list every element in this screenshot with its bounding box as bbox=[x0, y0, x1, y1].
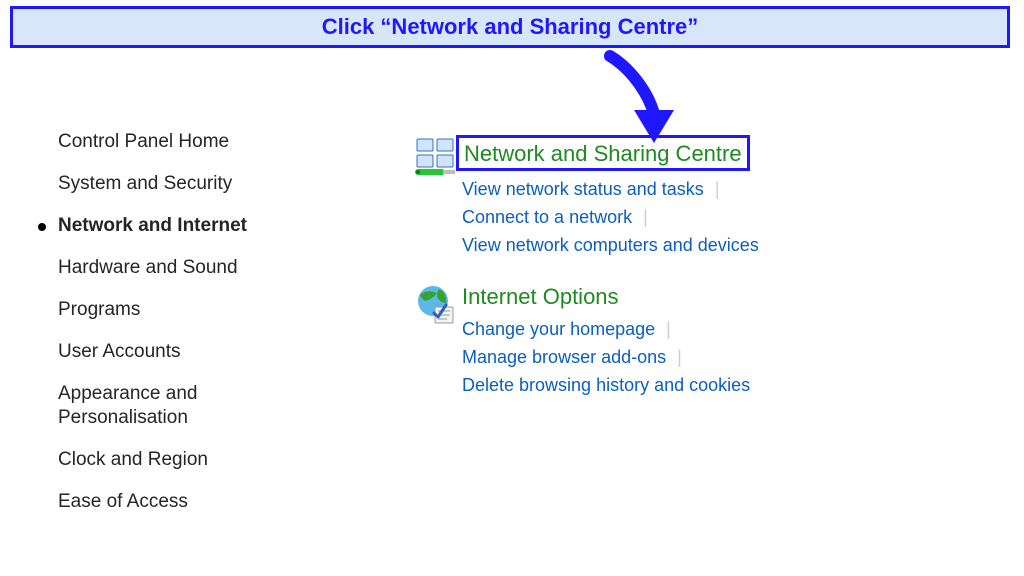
link-view-network-computers[interactable]: View network computers and devices bbox=[462, 235, 759, 255]
internet-sub-links: Change your homepage | Manage browser ad… bbox=[462, 315, 970, 399]
network-sharing-icon bbox=[413, 135, 459, 181]
link-connect-network[interactable]: Connect to a network bbox=[462, 207, 632, 227]
sidebar-item-clock-region[interactable]: Clock and Region bbox=[58, 448, 318, 472]
link-internet-options[interactable]: Internet Options bbox=[462, 283, 619, 311]
sidebar-item-control-panel-home[interactable]: Control Panel Home bbox=[58, 130, 318, 154]
sidebar-item-appearance[interactable]: Appearance and Personalisation bbox=[58, 382, 318, 430]
link-network-sharing-centre[interactable]: Network and Sharing Centre bbox=[464, 140, 742, 168]
separator: | bbox=[643, 207, 648, 227]
group-network-sharing: Network and Sharing Centre View network … bbox=[410, 135, 970, 259]
sidebar-item-programs[interactable]: Programs bbox=[58, 298, 318, 322]
group-internet-options: Internet Options Change your homepage | … bbox=[410, 283, 970, 399]
network-sub-links: View network status and tasks | Connect … bbox=[462, 175, 970, 259]
sidebar-item-hardware-sound[interactable]: Hardware and Sound bbox=[58, 256, 318, 280]
link-view-network-status[interactable]: View network status and tasks bbox=[462, 179, 704, 199]
arrow-icon bbox=[600, 48, 680, 143]
internet-options-icon bbox=[413, 283, 459, 329]
link-delete-history[interactable]: Delete browsing history and cookies bbox=[462, 375, 750, 395]
instruction-text: Click “Network and Sharing Centre” bbox=[322, 14, 699, 40]
sidebar-item-user-accounts[interactable]: User Accounts bbox=[58, 340, 318, 364]
link-change-homepage[interactable]: Change your homepage bbox=[462, 319, 655, 339]
content-pane: Network and Sharing Centre View network … bbox=[410, 135, 970, 423]
instruction-banner: Click “Network and Sharing Centre” bbox=[10, 6, 1010, 48]
network-sharing-highlight: Network and Sharing Centre bbox=[456, 135, 750, 171]
separator: | bbox=[666, 319, 671, 339]
sidebar-item-network-internet[interactable]: Network and Internet bbox=[58, 214, 318, 238]
sidebar-item-ease-of-access[interactable]: Ease of Access bbox=[58, 490, 318, 514]
link-manage-addons[interactable]: Manage browser add-ons bbox=[462, 347, 666, 367]
category-sidebar: Control Panel Home System and Security N… bbox=[58, 130, 318, 532]
separator: | bbox=[677, 347, 682, 367]
sidebar-item-system-security[interactable]: System and Security bbox=[58, 172, 318, 196]
separator: | bbox=[715, 179, 720, 199]
